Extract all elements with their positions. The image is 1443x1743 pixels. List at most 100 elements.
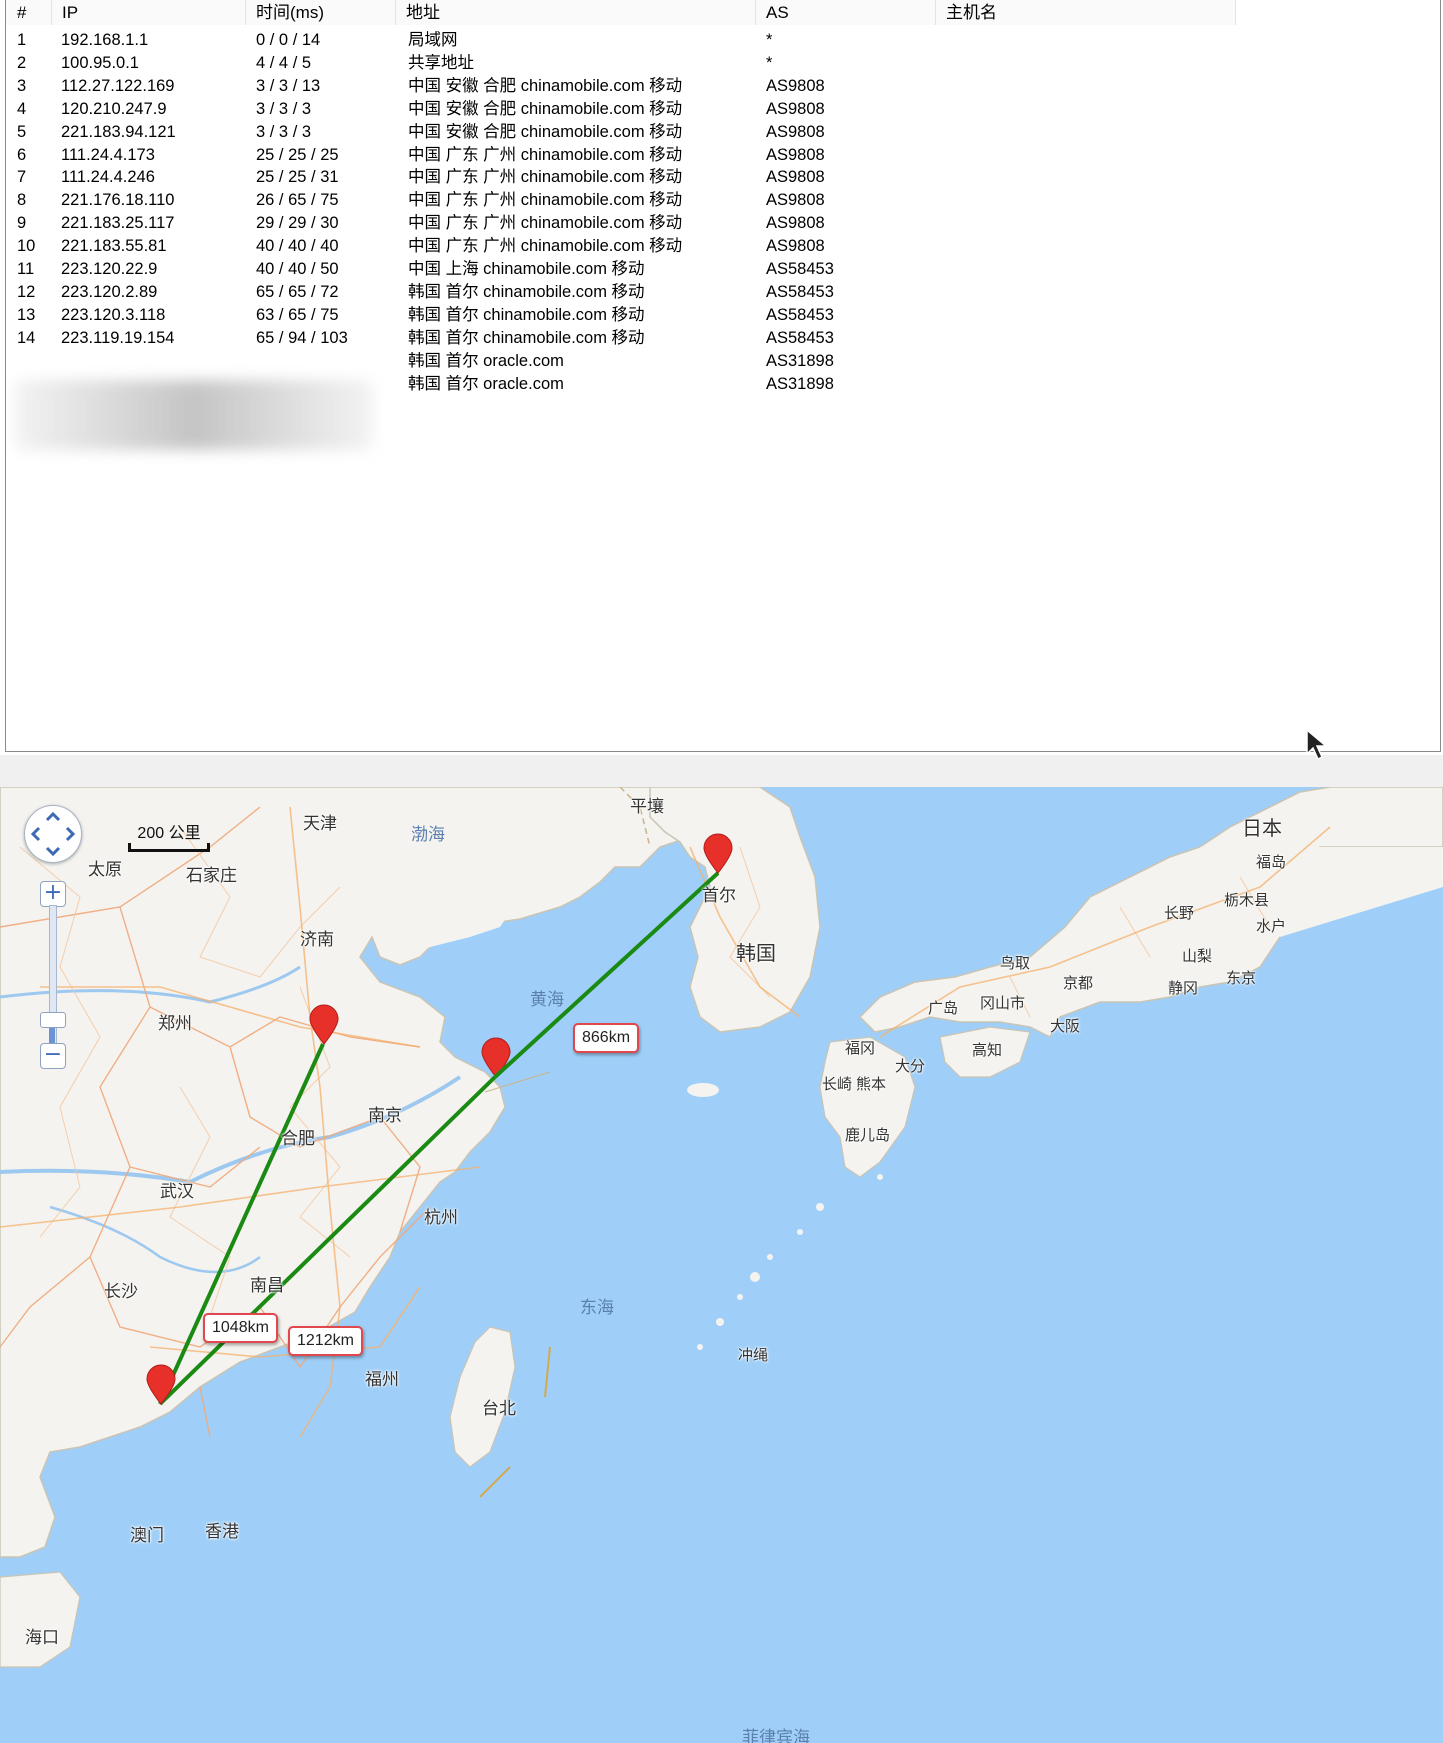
ip-address-cell: 112.27.122.169 [61, 76, 175, 95]
as-number-cell: AS9808 [766, 168, 825, 187]
ip-address-cell: 221.183.25.117 [61, 214, 175, 233]
table-row[interactable]: 10 221.183.55.81 40 / 40 / 40 中国 广东 广州 chin… [0, 234, 1443, 260]
hop-number-cell: 4 [17, 99, 27, 118]
city-label-tokyo: 东京 [1226, 970, 1257, 987]
scale-ruler [128, 843, 210, 852]
table-row[interactable]: 2 100.95.0.1 4 / 4 / 5 共享地址 * [0, 51, 1443, 77]
table-row[interactable]: 3 112.27.122.169 3 / 3 / 13 中国 安徽 合肥 chinam… [0, 74, 1443, 100]
hop-number-cell: 11 [17, 260, 35, 278]
table-row[interactable]: 14 223.119.19.154 65 / 94 / 103 韩国 首尔 china… [0, 326, 1443, 352]
ip-address-cell: 111.24.4.173 [61, 145, 155, 164]
city-label-tianjin: 天津 [303, 814, 337, 833]
latency-cell: 3 / 3 / 3 [256, 99, 312, 118]
location-cell: 韩国 首尔 oracle.com [408, 374, 564, 393]
map-pan-control[interactable] [24, 805, 82, 863]
city-label-seoul: 首尔 [702, 886, 736, 905]
table-row[interactable]: 13 223.120.3.118 63 / 65 / 75 韩国 首尔 chinamo… [0, 303, 1443, 329]
sea-label-philippine-sea: 菲律宾海 [742, 1728, 810, 1743]
location-cell: 中国 广东 广州 chinamobile.com 移动 [408, 168, 683, 187]
city-label-kochi: 高知 [972, 1042, 1003, 1059]
table-row[interactable]: 12 223.120.2.89 65 / 65 / 72 韩国 首尔 chinamob… [0, 280, 1443, 306]
location-cell: 中国 安徽 合肥 chinamobile.com 移动 [408, 122, 683, 141]
city-label-fukuoka: 福冈 [845, 1040, 876, 1057]
as-number-cell: AS58453 [766, 260, 834, 278]
ip-address-cell: 223.120.22.9 [61, 260, 158, 278]
table-row[interactable]: 8 221.176.18.110 26 / 65 / 75 中国 广东 广州 chin… [0, 188, 1443, 214]
as-number-cell: AS58453 [766, 282, 834, 301]
pan-arrows-icon [30, 811, 76, 857]
as-number-cell: AS9808 [766, 122, 825, 141]
location-cell: 中国 上海 chinamobile.com 移动 [408, 260, 645, 278]
latency-cell: 29 / 29 / 30 [256, 214, 339, 233]
as-number-cell: AS9808 [766, 99, 825, 118]
city-label-hiroshima: 广岛 [928, 1000, 959, 1017]
latency-cell: 65 / 65 / 72 [256, 282, 339, 301]
hop-number-cell: 6 [17, 145, 27, 164]
hop-number-cell: 2 [17, 53, 27, 72]
city-label-nanjing: 南京 [368, 1106, 402, 1125]
city-label-macau: 澳门 [130, 1526, 164, 1545]
city-label-nagasaki: 长崎 [822, 1076, 853, 1093]
location-cell: 中国 广东 广州 chinamobile.com 移动 [408, 237, 683, 256]
zoom-slider-handle[interactable] [40, 1012, 66, 1028]
city-label-shijiazhuang: 石家庄 [186, 866, 237, 885]
zoom-in-button[interactable]: + [40, 881, 66, 907]
hop-number-cell: 7 [17, 168, 27, 187]
country-label-korea: 韩国 [736, 943, 776, 965]
splitter-bar[interactable] [0, 755, 1443, 787]
as-number-cell: * [766, 53, 773, 72]
latency-cell: 26 / 65 / 75 [256, 191, 339, 210]
ip-address-cell: 111.24.4.246 [61, 168, 155, 187]
latency-cell: 40 / 40 / 50 [256, 260, 339, 278]
location-cell: 局域网 [408, 31, 458, 49]
zoom-out-button[interactable]: − [40, 1043, 66, 1069]
city-label-yamanashi: 山梨 [1182, 948, 1213, 965]
city-label-fuzhou: 福州 [365, 1370, 399, 1389]
city-label-zhengzhou: 郑州 [158, 1014, 192, 1033]
hop-number-cell: 9 [17, 214, 27, 233]
city-label-oita: 大分 [895, 1058, 926, 1075]
city-label-fukushima: 福岛 [1256, 854, 1287, 871]
as-number-cell: AS9808 [766, 214, 825, 233]
city-label-okayama: 冈山市 [980, 995, 1026, 1012]
country-label-japan: 日本 [1242, 818, 1282, 840]
as-number-cell: * [766, 31, 773, 49]
latency-cell: 3 / 3 / 13 [256, 76, 321, 95]
hop-number-cell: 13 [17, 305, 36, 324]
latency-cell: 63 / 65 / 75 [256, 305, 339, 324]
city-label-wuhan: 武汉 [160, 1182, 194, 1201]
latency-cell: 0 / 0 / 14 [256, 31, 321, 49]
city-label-jinan: 济南 [300, 930, 334, 949]
sea-label-east-sea: 东海 [580, 1298, 614, 1317]
route-map[interactable]: 天津 太原 石家庄 济南 郑州 合肥 南京 武汉 杭州 长沙 南昌 福州 台北 … [0, 787, 1443, 1743]
ip-address-cell: 223.120.3.118 [61, 305, 166, 324]
traceroute-table-panel: # IP 时间(ms) 地址 AS 主机名 1 192.168.1.1 0 / 0 … [0, 0, 1443, 755]
city-label-shizuoka: 静冈 [1168, 980, 1199, 997]
table-row[interactable]: 6 111.24.4.173 25 / 25 / 25 中国 广东 广州 chinam… [0, 143, 1443, 169]
latency-cell: 25 / 25 / 31 [256, 168, 339, 187]
ip-address-cell: 223.120.2.89 [61, 282, 158, 301]
city-label-kyoto: 京都 [1063, 975, 1094, 992]
city-label-haikou: 海口 [25, 1628, 59, 1647]
as-number-cell: AS58453 [766, 305, 834, 324]
location-cell: 中国 安徽 合肥 chinamobile.com 移动 [408, 76, 683, 95]
location-cell: 中国 广东 广州 chinamobile.com 移动 [408, 191, 683, 210]
location-cell: 韩国 首尔 chinamobile.com 移动 [408, 328, 645, 347]
location-cell: 中国 广东 广州 chinamobile.com 移动 [408, 145, 683, 164]
table-row[interactable]: 11 223.120.22.9 40 / 40 / 50 中国 上海 chinamob… [0, 257, 1443, 283]
marker-seoul-pin-icon[interactable] [703, 833, 733, 874]
table-row[interactable]: 9 221.183.25.117 29 / 29 / 30 中国 广东 广州 chin… [0, 211, 1443, 237]
latency-cell: 3 / 3 / 3 [256, 122, 312, 141]
table-row[interactable]: 4 120.210.247.9 3 / 3 / 3 中国 安徽 合肥 chinamob… [0, 97, 1443, 123]
ip-address-cell: 223.119.19.154 [61, 328, 175, 347]
table-row[interactable]: 1 192.168.1.1 0 / 0 / 14 局域网 * [0, 28, 1443, 54]
location-cell: 共享地址 [408, 53, 474, 72]
city-label-tottori: 鸟取 [1000, 955, 1031, 972]
table-row[interactable]: 韩国 首尔 oracle.com AS31898 [0, 349, 1443, 375]
hop-number-cell: 10 [17, 237, 36, 256]
location-cell: 韩国 首尔 chinamobile.com 移动 [408, 282, 645, 301]
city-label-taipei: 台北 [482, 1399, 516, 1418]
table-row[interactable]: 5 221.183.94.121 3 / 3 / 3 中国 安徽 合肥 chinamo… [0, 120, 1443, 146]
table-row[interactable]: 7 111.24.4.246 25 / 25 / 31 中国 广东 广州 chinam… [0, 165, 1443, 191]
city-label-hangzhou: 杭州 [424, 1208, 458, 1227]
